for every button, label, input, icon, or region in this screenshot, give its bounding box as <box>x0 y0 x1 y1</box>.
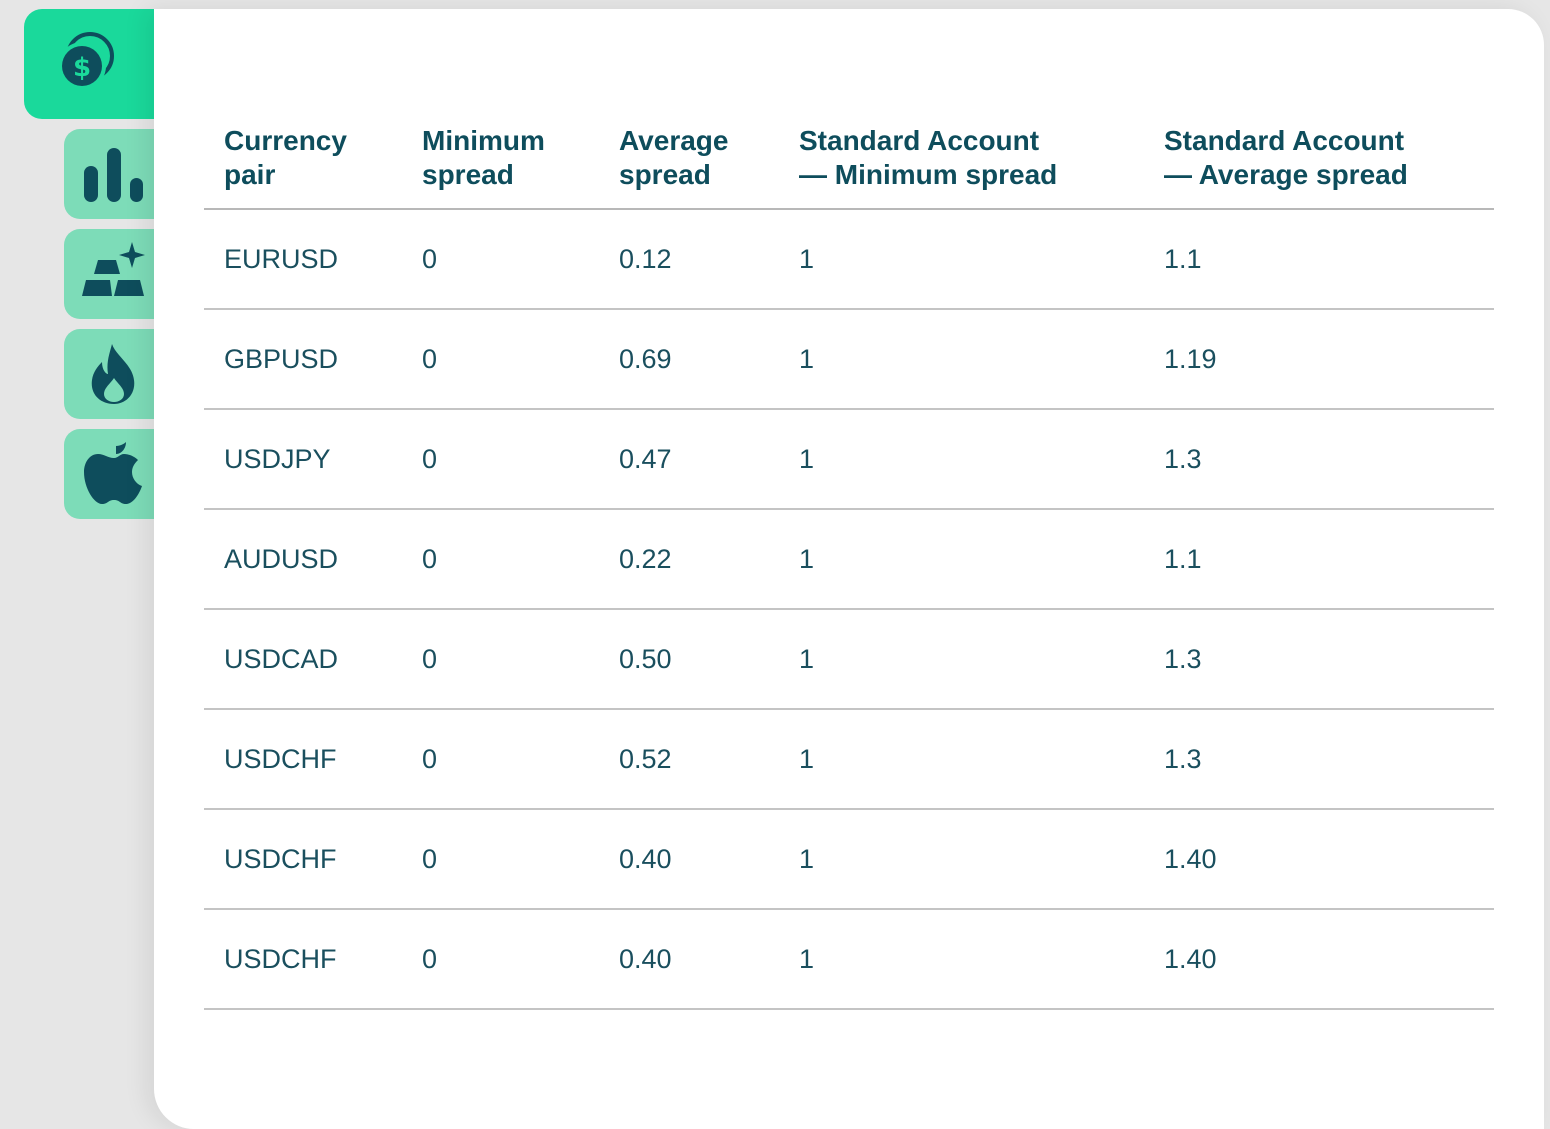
cell-standard-average-spread: 1.1 <box>1144 509 1494 610</box>
table-row: USDCAD 0 0.50 1 1.3 <box>204 609 1494 710</box>
cell-standard-minimum-spread: 1 <box>779 309 1144 410</box>
table-body: EURUSD 0 0.12 1 1.1 GBPUSD 0 0.69 1 1.19… <box>204 209 1494 1010</box>
cell-pair: USDCHF <box>204 809 402 910</box>
table-row: GBPUSD 0 0.69 1 1.19 <box>204 309 1494 410</box>
cell-average-spread: 0.52 <box>599 709 779 810</box>
tab-stocks[interactable] <box>64 429 164 519</box>
cell-average-spread: 0.47 <box>599 409 779 510</box>
table-row: USDCHF 0 0.40 1 1.40 <box>204 909 1494 1010</box>
cell-minimum-spread: 0 <box>402 209 599 310</box>
tab-indices[interactable] <box>64 129 164 219</box>
cell-average-spread: 0.22 <box>599 509 779 610</box>
header-standard-minimum-spread: Standard Account — Minimum spread <box>779 114 1144 210</box>
cell-standard-average-spread: 1.19 <box>1144 309 1494 410</box>
cell-average-spread: 0.69 <box>599 309 779 410</box>
table-row: AUDUSD 0 0.22 1 1.1 <box>204 509 1494 610</box>
cell-minimum-spread: 0 <box>402 909 599 1010</box>
table-row: USDJPY 0 0.47 1 1.3 <box>204 409 1494 510</box>
tab-metals[interactable] <box>64 229 164 319</box>
cell-standard-minimum-spread: 1 <box>779 809 1144 910</box>
tab-forex[interactable]: $ <box>24 9 164 119</box>
cell-average-spread: 0.12 <box>599 209 779 310</box>
cell-minimum-spread: 0 <box>402 709 599 810</box>
cell-pair: AUDUSD <box>204 509 402 610</box>
table-header-row: Currency pair Minimum spread Average spr… <box>204 114 1494 210</box>
cell-standard-minimum-spread: 1 <box>779 209 1144 310</box>
cell-pair: USDJPY <box>204 409 402 510</box>
instrument-tabs: $ <box>0 0 164 1104</box>
dollar-coins-icon: $ <box>54 32 118 96</box>
cell-pair: USDCHF <box>204 709 402 810</box>
spreads-table: Currency pair Minimum spread Average spr… <box>204 114 1494 1010</box>
cell-pair: EURUSD <box>204 209 402 310</box>
cell-standard-average-spread: 1.3 <box>1144 409 1494 510</box>
cell-minimum-spread: 0 <box>402 609 599 710</box>
cell-standard-minimum-spread: 1 <box>779 409 1144 510</box>
cell-minimum-spread: 0 <box>402 809 599 910</box>
cell-minimum-spread: 0 <box>402 409 599 510</box>
cell-minimum-spread: 0 <box>402 309 599 410</box>
cell-standard-minimum-spread: 1 <box>779 909 1144 1010</box>
header-average-spread: Average spread <box>599 114 779 210</box>
header-minimum-spread: Minimum spread <box>402 114 599 210</box>
cell-pair: GBPUSD <box>204 309 402 410</box>
cell-standard-minimum-spread: 1 <box>779 509 1144 610</box>
table-row: EURUSD 0 0.12 1 1.1 <box>204 209 1494 310</box>
header-standard-average-spread: Standard Account — Average spread <box>1144 114 1494 210</box>
cell-standard-minimum-spread: 1 <box>779 609 1144 710</box>
cell-pair: USDCHF <box>204 909 402 1010</box>
cell-standard-average-spread: 1.3 <box>1144 709 1494 810</box>
cell-standard-minimum-spread: 1 <box>779 709 1144 810</box>
svg-text:$: $ <box>73 53 91 83</box>
table-row: USDCHF 0 0.40 1 1.40 <box>204 809 1494 910</box>
cell-average-spread: 0.50 <box>599 609 779 710</box>
cell-standard-average-spread: 1.40 <box>1144 809 1494 910</box>
gold-bars-icon <box>82 242 146 306</box>
spreads-panel: Currency pair Minimum spread Average spr… <box>154 9 1544 1129</box>
cell-minimum-spread: 0 <box>402 509 599 610</box>
cell-pair: USDCAD <box>204 609 402 710</box>
flame-icon <box>82 342 146 406</box>
apple-icon <box>82 442 146 506</box>
cell-average-spread: 0.40 <box>599 809 779 910</box>
bar-chart-icon <box>82 142 146 206</box>
cell-standard-average-spread: 1.40 <box>1144 909 1494 1010</box>
cell-average-spread: 0.40 <box>599 909 779 1010</box>
header-currency-pair: Currency pair <box>204 114 402 210</box>
cell-standard-average-spread: 1.3 <box>1144 609 1494 710</box>
cell-standard-average-spread: 1.1 <box>1144 209 1494 310</box>
table-row: USDCHF 0 0.52 1 1.3 <box>204 709 1494 810</box>
tab-energy[interactable] <box>64 329 164 419</box>
